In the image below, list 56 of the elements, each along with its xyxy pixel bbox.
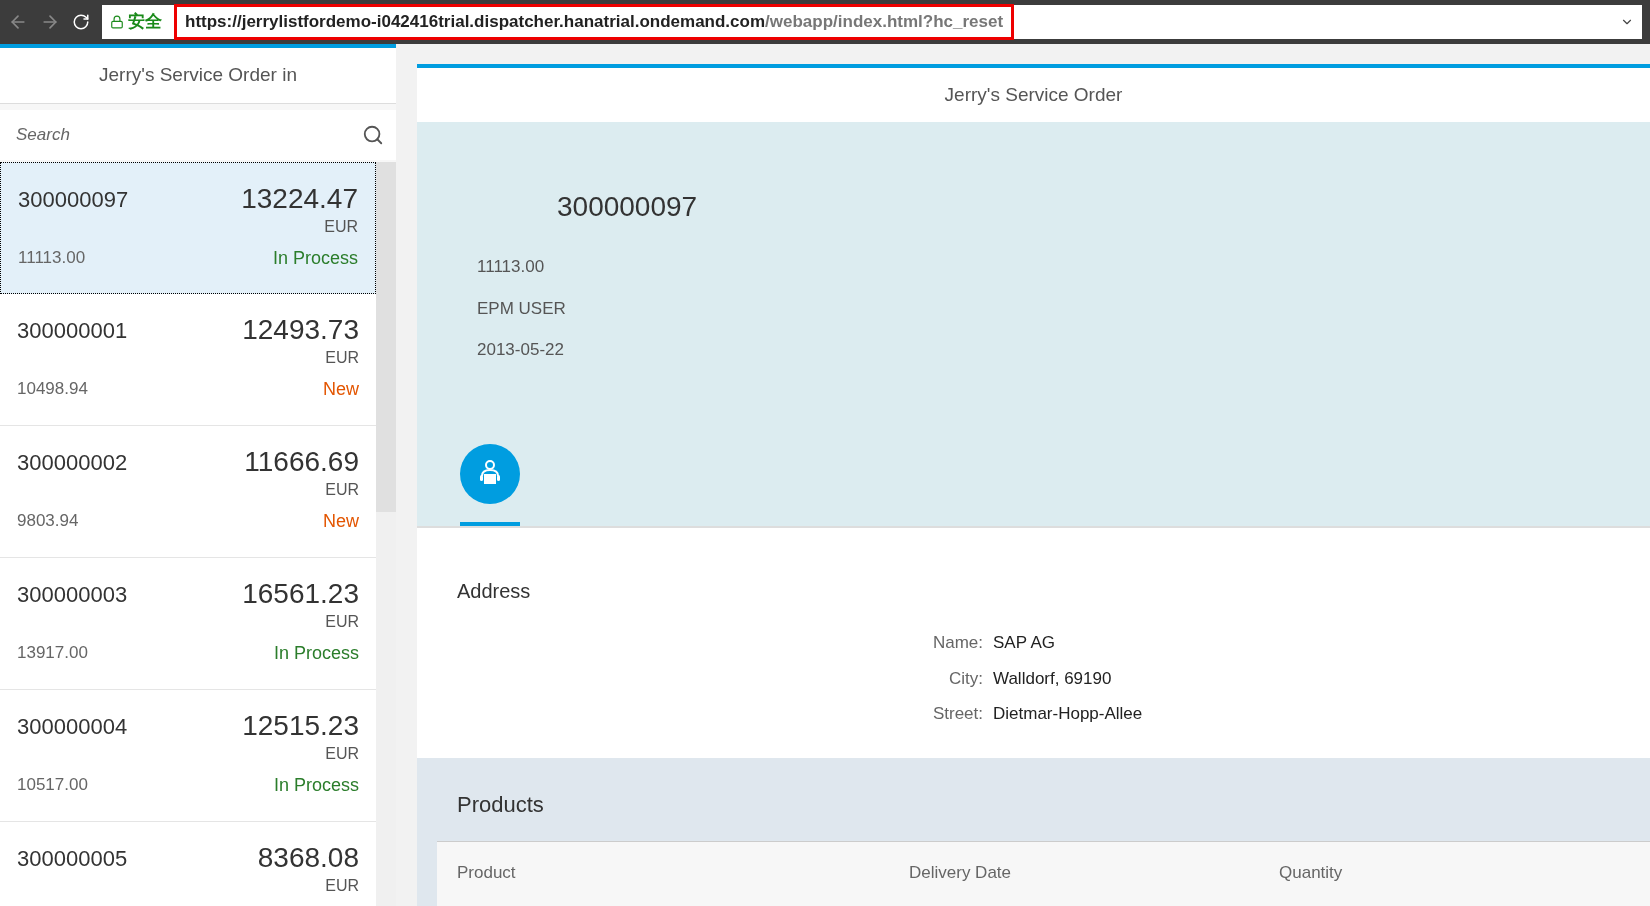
currency: EUR (325, 348, 359, 368)
object-title: 300000097 (557, 190, 699, 224)
object-attribute: EPM USER (477, 297, 567, 320)
currency: EUR (324, 217, 358, 237)
field-label: Name: (931, 632, 983, 654)
object-attribute: 2013-05-22 (477, 339, 565, 361)
order-amount: 16561.23 (242, 578, 359, 610)
url-host: https://jerrylistfordemo-i042416trial.dispatcher.hanatrial.ondemand.com (185, 11, 766, 34)
reload-icon[interactable] (72, 13, 90, 31)
order-attribute: 9803.94 (17, 510, 79, 532)
field-value: SAP AG (993, 632, 1057, 654)
lock-icon (110, 15, 124, 29)
order-number: 300000004 (17, 713, 128, 741)
currency: EUR (325, 744, 359, 764)
column-header: Quantity (1279, 862, 1344, 884)
order-status: In Process (273, 642, 359, 665)
products-title: Products (457, 791, 545, 819)
order-number: 300000005 (17, 845, 128, 873)
order-attribute: 10517.00 (17, 774, 88, 796)
order-status: In Process (272, 247, 358, 270)
order-number: 300000001 (17, 317, 128, 345)
column-header: Product (457, 862, 517, 884)
field-value: Walldorf, 69190 (993, 667, 1113, 690)
order-status: New (323, 378, 359, 401)
field-label: Street: (931, 703, 983, 725)
address-title: Address (457, 579, 532, 604)
order-number: 300000002 (17, 449, 128, 477)
address-bar[interactable]: 安全 https://jerrylistfordemo-i042416trial.dispatcher.hanatrial.ondemand.com/webapp/index.html?hc_reset (102, 5, 1642, 39)
order-number: 300000003 (17, 581, 128, 609)
order-amount: 13224.47 (241, 183, 358, 215)
order-number: 300000097 (18, 186, 129, 214)
field-label: City: (948, 667, 983, 690)
order-amount: 12515.23 (242, 710, 359, 742)
search-button[interactable] (350, 110, 396, 160)
order-amount: 12493.73 (242, 314, 359, 346)
scrollbar[interactable] (376, 162, 396, 906)
column-header: Delivery Date (909, 862, 1013, 884)
url-path: /webapp/index.html?hc_reset (765, 11, 1004, 34)
detail-title: Jerry's Service Order (944, 82, 1123, 107)
order-amount: 11666.69 (244, 446, 359, 478)
order-attribute: 11113.00 (18, 247, 86, 269)
list-item[interactable]: 300000097 13224.47 EUR 11113.00 In Process (0, 162, 376, 294)
order-status: New (323, 510, 359, 533)
order-attribute: 13917.00 (17, 642, 88, 664)
currency: EUR (325, 480, 359, 500)
currency: EUR (325, 612, 359, 632)
search-field[interactable]: Search (0, 110, 350, 160)
field-value: Dietmar-Hopp-Allee (993, 703, 1144, 725)
currency: EUR (325, 876, 359, 896)
order-attribute: 10498.94 (17, 378, 88, 400)
order-status: In Process (273, 774, 359, 797)
order-amount: 8368.08 (257, 842, 359, 874)
icon-tab[interactable] (460, 444, 520, 526)
object-attribute: 11113.00 (477, 256, 546, 278)
security-label: 安全 (128, 11, 162, 34)
search-icon (362, 124, 384, 146)
